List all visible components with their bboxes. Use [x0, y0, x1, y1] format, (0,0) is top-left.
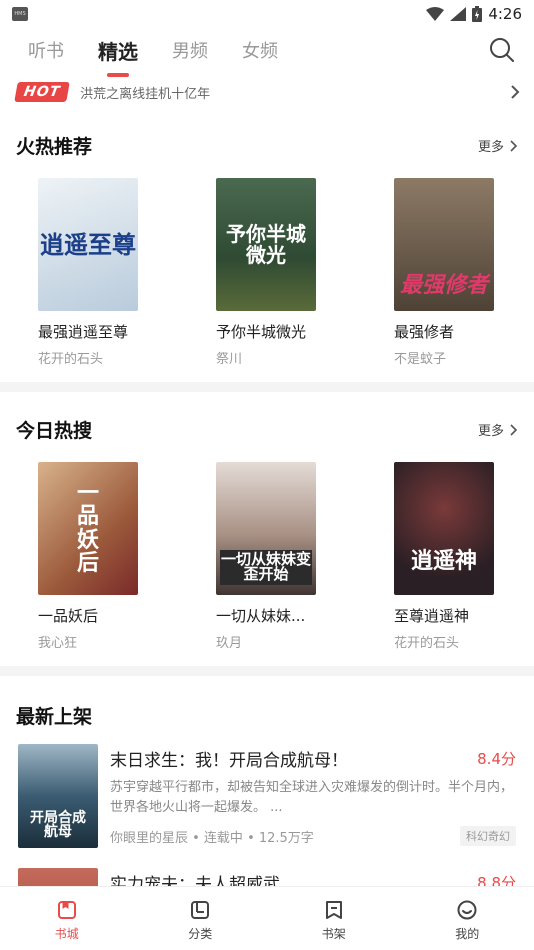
book-title[interactable]: 最强修者 [394, 321, 524, 342]
list-item[interactable]: 开局合成航母 末日求生：我！开局合成航母！ 8.4分 苏宇穿越平行都市，却被告知… [18, 744, 518, 848]
profile-icon [457, 900, 477, 920]
book-author: 花开的石头 [38, 352, 104, 367]
top-tabs: 听书 精选 男频 女频 [0, 30, 534, 70]
book-title[interactable]: 最强逍遥至尊 [38, 321, 168, 342]
wifi-icon [426, 7, 445, 21]
book-meta: 你眼里的星辰 • 连载中 • 12.5万字 [110, 831, 314, 846]
nav-bookstore[interactable]: 书城 [0, 887, 134, 950]
cover-title-art: 开局合成航母 [30, 809, 86, 841]
more-button-today[interactable]: 更多 [478, 420, 518, 439]
book-card[interactable]: 予你半城微光 予你半城微光 祭川 [216, 178, 346, 367]
more-label: 更多 [477, 424, 504, 439]
book-cover[interactable]: 一切从妹妹变歪开始 [216, 462, 316, 595]
battery-icon [472, 6, 483, 22]
book-author: 祭川 [216, 352, 243, 367]
section-title-new: 最新上架 [16, 706, 93, 728]
book-cover[interactable]: 最强修者 [394, 178, 494, 311]
more-button-hot[interactable]: 更多 [478, 136, 518, 155]
nav-category[interactable]: 分类 [134, 887, 268, 950]
nav-label: 分类 [188, 927, 213, 941]
hot-badge: HOT [14, 82, 70, 102]
book-cover[interactable]: 逍遥神 [394, 462, 494, 595]
cover-title-art: 逍遥神 [410, 547, 477, 574]
book-author: 玖月 [216, 636, 243, 651]
nav-profile[interactable]: 我的 [401, 887, 534, 950]
bookstore-icon [57, 901, 76, 919]
book-card[interactable]: 最强修者 最强修者 不是蚊子 [394, 178, 524, 367]
hot-notice-bar[interactable]: HOT 洪荒之离线挂机十亿年 [0, 78, 534, 106]
cover-title-art: 逍遥至尊 [40, 229, 136, 259]
nav-label: 书城 [54, 927, 79, 941]
book-card[interactable]: 一切从妹妹变歪开始 一切从妹妹... 玖月 [216, 462, 346, 651]
book-author: 我心狂 [38, 636, 78, 651]
book-cover[interactable]: 逍遥至尊 [38, 178, 138, 311]
app-notification-icon: HMS [12, 7, 28, 21]
nav-label: 书架 [321, 927, 346, 941]
search-icon[interactable] [488, 36, 516, 64]
tab-audiobook[interactable]: 听书 [28, 37, 64, 63]
book-author: 花开的石头 [394, 636, 460, 651]
section-title-hot: 火热推荐 [16, 136, 93, 158]
bottom-navigation: 书城 分类 书架 我的 [0, 886, 534, 950]
genre-tag[interactable]: 科幻奇幻 [460, 826, 516, 846]
cover-title-art: 最强修者 [399, 271, 488, 298]
section-divider [0, 666, 534, 676]
book-card[interactable]: 逍遥至尊 最强逍遥至尊 花开的石头 [38, 178, 168, 367]
section-title-today: 今日热搜 [16, 420, 93, 442]
cover-title-art: 一品妖后 [76, 480, 99, 576]
book-title[interactable]: 一品妖后 [38, 605, 168, 626]
nav-label: 我的 [455, 927, 480, 941]
section-divider [0, 382, 534, 392]
book-cover[interactable]: 予你半城微光 [216, 178, 316, 311]
book-description: 苏宇穿越平行都市，却被告知全球进入灾难爆发的倒计时。半个月内，世界各地火山将一起… [110, 780, 514, 815]
tab-featured[interactable]: 精选 [98, 36, 138, 65]
book-cover[interactable]: 一品妖后 [38, 462, 138, 595]
book-title[interactable]: 至尊逍遥神 [394, 605, 524, 626]
book-title[interactable]: 一切从妹妹... [216, 605, 346, 626]
book-score: 8.4分 [477, 750, 516, 768]
clock: 4:26 [488, 5, 522, 23]
tab-male[interactable]: 男频 [172, 37, 208, 63]
book-title[interactable]: 末日求生：我！开局合成航母！ [110, 746, 348, 771]
bookshelf-icon [325, 901, 342, 919]
book-title[interactable]: 予你半城微光 [216, 321, 346, 342]
nav-bookshelf[interactable]: 书架 [267, 887, 401, 950]
book-card[interactable]: 一品妖后 一品妖后 我心狂 [38, 462, 168, 651]
status-bar: HMS 4:26 [0, 0, 534, 28]
book-author: 不是蚊子 [394, 352, 447, 367]
signal-icon [450, 7, 467, 21]
notice-text[interactable]: 洪荒之离线挂机十亿年 [80, 83, 210, 102]
more-label: 更多 [477, 140, 504, 155]
cover-title-art: 一切从妹妹变歪开始 [220, 549, 312, 585]
cover-title-art: 予你半城微光 [226, 221, 306, 267]
tab-female[interactable]: 女频 [242, 37, 278, 63]
chevron-right-icon[interactable] [510, 84, 520, 100]
book-cover[interactable]: 开局合成航母 [18, 744, 98, 848]
chevron-right-icon [510, 139, 518, 152]
book-card[interactable]: 逍遥神 至尊逍遥神 花开的石头 [394, 462, 524, 651]
chevron-right-icon [510, 423, 518, 436]
category-icon [191, 901, 210, 919]
